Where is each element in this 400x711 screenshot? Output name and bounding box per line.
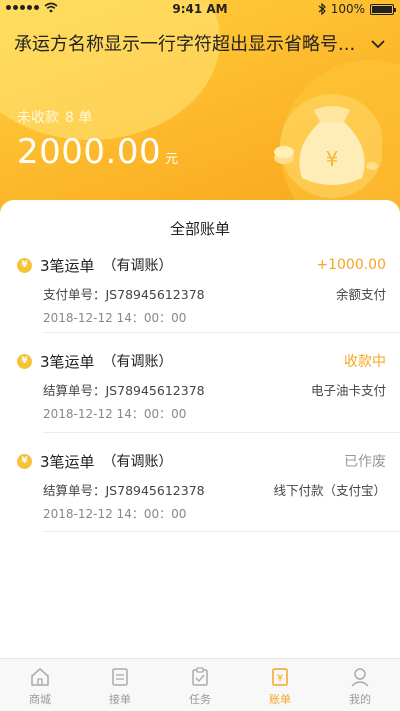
tab-bills[interactable]: ¥ 账单 xyxy=(240,659,320,711)
coin-icon: ¥ xyxy=(17,257,32,273)
bill-list-card: 全部账单 ¥3笔运单 （有调账） +1000.00 支付单号：JS78945612… xyxy=(0,200,400,660)
bill-title: 3笔运单 xyxy=(40,352,95,371)
tab-label: 任务 xyxy=(189,693,211,706)
status-bar: 9:41 AM 100% xyxy=(0,0,400,18)
bill-number: 结算单号：JS78945612378 xyxy=(43,383,205,398)
clipboard-icon xyxy=(112,668,128,686)
coin-icon: ¥ xyxy=(17,353,32,369)
payment-method: 余额支付 xyxy=(335,287,386,302)
unpaid-summary: 未收款 8 单 xyxy=(17,107,92,127)
divider xyxy=(43,432,400,433)
bill-time: 2018-12-12 14：00：00 xyxy=(43,311,187,325)
tab-orders[interactable]: 接单 xyxy=(80,659,160,711)
divider xyxy=(43,531,400,532)
bill-status: +1000.00 xyxy=(316,257,386,273)
bill-time: 2018-12-12 14：00：00 xyxy=(43,507,187,521)
tab-label: 账单 xyxy=(269,693,291,706)
bill-title: 3笔运单 xyxy=(40,452,95,471)
task-icon xyxy=(192,667,208,686)
amount-value: 2000.00 xyxy=(17,132,162,172)
payment-method: 线下付款（支付宝） xyxy=(273,483,386,498)
tab-label: 接单 xyxy=(109,693,131,706)
bill-title: 3笔运单 xyxy=(40,256,95,275)
bill-number: 支付单号：JS78945612378 xyxy=(43,287,205,302)
tab-label: 商城 xyxy=(29,693,51,706)
coin-icon: ¥ xyxy=(17,453,32,469)
carrier-name: 承运方名称显示一行字符超出显示省略号... xyxy=(14,34,356,55)
tab-profile[interactable]: 我的 xyxy=(320,659,400,711)
divider xyxy=(43,332,400,333)
carrier-selector[interactable]: 承运方名称显示一行字符超出显示省略号... xyxy=(14,30,386,56)
money-bag-illustration: ¥ xyxy=(274,94,382,198)
svg-text:¥: ¥ xyxy=(326,147,339,171)
svg-text:¥: ¥ xyxy=(277,673,283,684)
home-icon xyxy=(31,668,49,686)
bill-time: 2018-12-12 14：00：00 xyxy=(43,407,187,421)
tab-tasks[interactable]: 任务 xyxy=(160,659,240,711)
bill-number: 结算单号：JS78945612378 xyxy=(43,483,205,498)
bill-icon: ¥ xyxy=(272,668,288,686)
battery-percent: 100% xyxy=(330,2,365,16)
unpaid-count: 8 单 xyxy=(65,110,93,126)
bill-status: 已作废 xyxy=(344,454,386,470)
bluetooth-icon xyxy=(318,3,326,15)
bill-status: 收款中 xyxy=(344,354,386,370)
chevron-down-icon xyxy=(370,34,386,53)
bill-tag: （有调账） xyxy=(102,354,173,370)
payment-method: 电子油卡支付 xyxy=(310,383,386,398)
unpaid-label: 未收款 xyxy=(17,110,59,126)
profile-icon xyxy=(351,668,369,687)
tab-mall[interactable]: 商城 xyxy=(0,659,80,711)
amount-unit: 元 xyxy=(165,152,179,167)
bill-tag: （有调账） xyxy=(102,454,173,470)
unpaid-amount: 2000.00 元 xyxy=(17,132,178,172)
bill-tag: （有调账） xyxy=(102,258,173,274)
tab-label: 我的 xyxy=(349,693,371,706)
bottom-tab-bar: 商城 接单 任务 ¥ 账单 我的 xyxy=(0,658,400,711)
bill-list-title: 全部账单 xyxy=(169,220,230,238)
battery-icon xyxy=(370,3,396,15)
